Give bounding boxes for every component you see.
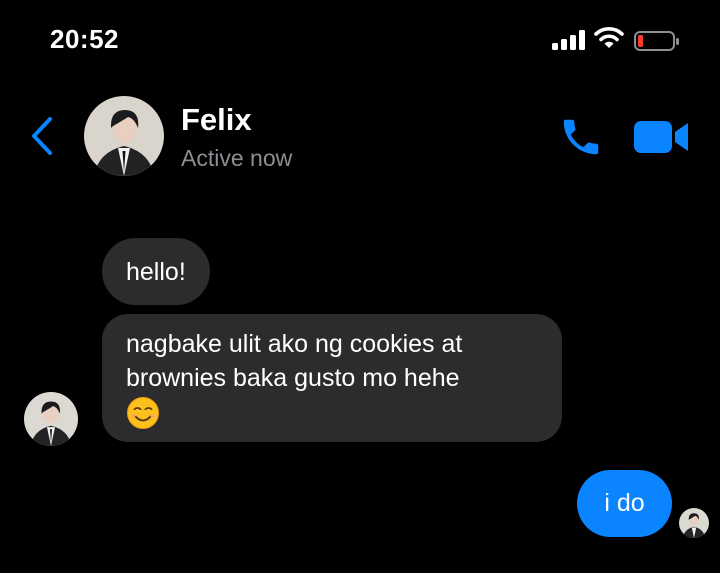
contact-status: Active now bbox=[181, 145, 293, 171]
message-bubble-outgoing[interactable]: i do bbox=[577, 470, 672, 537]
message-bubble-incoming[interactable]: hello! bbox=[102, 238, 210, 305]
message-bubble-incoming[interactable]: nagbake ulit ako ng cookies at brownies … bbox=[102, 314, 562, 442]
contact-avatar[interactable] bbox=[84, 96, 164, 176]
contact-name[interactable]: Felix bbox=[181, 102, 252, 138]
status-time: 20:52 bbox=[50, 24, 119, 54]
phone-icon[interactable] bbox=[558, 114, 604, 160]
battery-low-icon bbox=[634, 31, 679, 51]
wifi-icon bbox=[594, 27, 624, 48]
smiling-face-icon bbox=[127, 397, 159, 430]
avatar-photo bbox=[679, 508, 709, 538]
video-camera-icon[interactable] bbox=[632, 118, 690, 156]
seen-receipt-avatar bbox=[679, 508, 709, 538]
sender-avatar[interactable] bbox=[24, 392, 78, 446]
message-text: i do bbox=[604, 489, 645, 517]
message-text: hello! bbox=[126, 257, 186, 286]
message-text: nagbake ulit ako ng cookies at brownies … bbox=[126, 330, 463, 392]
avatar-photo bbox=[24, 392, 78, 446]
cellular-signal-icon bbox=[552, 30, 585, 50]
avatar-photo bbox=[84, 96, 164, 176]
back-chevron-icon[interactable] bbox=[28, 115, 56, 157]
